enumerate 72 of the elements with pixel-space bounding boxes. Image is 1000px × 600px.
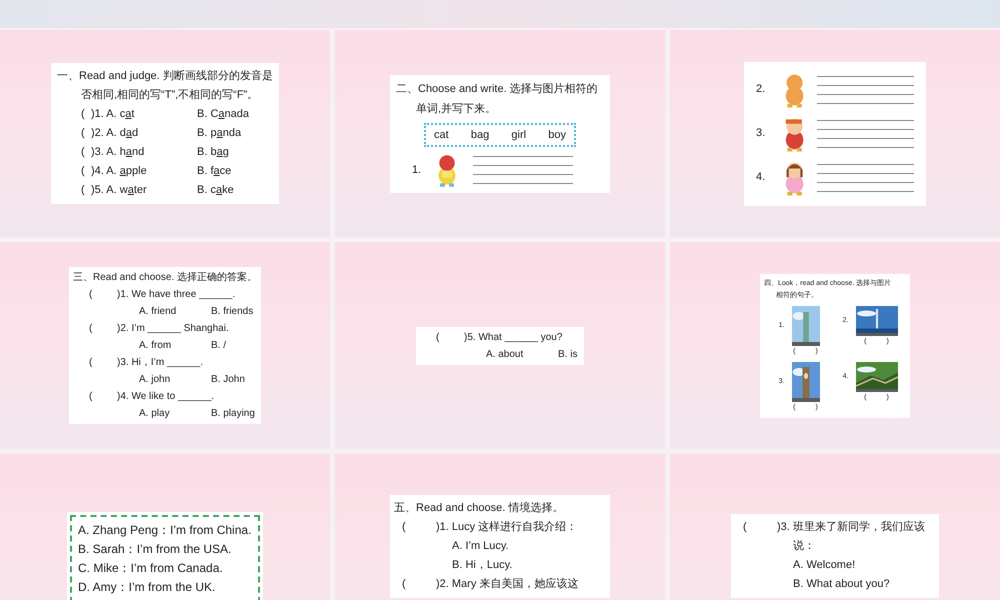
option-text: B. bag [197,145,229,160]
question-heading: 三、Read and choose. 选择正确的答案。 [73,270,257,285]
answer-paren: ( [80,126,86,141]
slide-thumbnail[interactable]: A. Zhang Peng：I’m from China. B. Sarah：I’m from the USA. C. Mike：I’m from Canada. D. Amy：I’m from the UK. [0,454,330,600]
slide-thumbnail[interactable]: 一、Read and judge. 判断画线部分的发音是 否相同,相同的写“T”,不相同的写“F”。 ( )1. A. cat B. Canada ( )2. A. dad B. panda ( )3. A. hand B. bag ( )4. A. apple B. face ( )5. A. water B. cake [0,30,330,237]
question-text: )2. A. dad [91,126,140,141]
question-text: )1. Lucy 这样进行自我介绍： [436,520,578,535]
option-text: B. Canada [197,107,250,122]
option-text: B. cake [197,183,234,198]
question-heading: 否相同,相同的写“T”,不相同的写“F”。 [80,88,260,103]
option-text: B. What about you? [792,577,891,592]
item-number: 2. [756,82,766,98]
item-number: 3. [756,126,766,142]
word-choice: cat [434,128,449,142]
question-text: )5. A. water [91,183,148,198]
word-choice: bag [470,128,490,142]
option-text: D. Amy：I’m from the UK. [78,579,216,596]
option-text: B. Sarah：I’m from the USA. [78,541,232,558]
question-heading: 五、Read and choose. 情境选择。 [394,500,564,516]
option-text: B. friends [211,305,254,319]
slide-thumbnail[interactable]: 五、Read and choose. 情境选择。 ( )1. Lucy 这样进行自我介绍： A. I’m Lucy. B. Hi，Lucy. ( )2. Mary 来自美国，她应该这 [335,454,665,600]
option-text: A. Zhang Peng：I’m from China. [78,522,252,539]
slide-thumbnail[interactable]: 二、Choose and write. 选择与图片相符的 单词,并写下来。 cat bag girl boy 1. [335,30,665,237]
question-text: )1. A. cat [91,107,136,122]
answer-paren: ( [88,356,94,370]
answer-paren: ( [80,107,86,122]
answer-paren: ( [401,520,407,535]
word-choice: boy [548,128,566,142]
slide-thumbnail[interactable]: ( )3. 班里来了新同学，我们应该 说： A. Welcome! B. What about you? [670,454,1000,600]
item-number: 4. [756,170,766,186]
question-text: )2. I’m ______ Shanghai. [117,322,229,336]
option-text: B. face [197,164,232,179]
question-text: )5. What ______ you? [464,330,562,344]
answer-paren: ( [80,164,86,179]
option-text: B. is [558,348,578,362]
slide-thumbnail[interactable]: 三、Read and choose. 选择正确的答案。 ( )1. We have three ______. A. friend B. friends ( )2. I’m ______ Shanghai. A. from B. / ( )3. Hi，I’m ______. A. john B. John ( )4. We like to ______. A. play B. playing [0,242,330,449]
answer-paren: ( [80,183,86,198]
answer-paren: ( [88,390,94,404]
answer-paren: ( [88,288,94,302]
option-text: B. panda [197,126,242,141]
question-text: )3. 班里来了新同学，我们应该 [777,520,925,535]
question-text: )4. We like to ______. [117,390,214,404]
answer-paren: ( [742,520,748,535]
answer-paren: ( [88,322,94,336]
option-text: B. playing [211,407,255,421]
answer-paren: ( [401,577,407,592]
question-text: )1. We have three ______. [117,288,236,302]
option-text: C. Mike：I’m from Canada. [78,560,224,577]
slide-thumbnail[interactable]: 2. 3. 4. [670,30,1000,237]
word-choice: girl [511,128,526,142]
option-text: B. Hi，Lucy. [451,558,514,573]
question-heading: 二、Choose and write. 选择与图片相符的 [396,82,599,96]
question-heading: 一、Read and judge. 判断画线部分的发音是 [57,68,273,84]
option-text: A. I’m Lucy. [451,539,510,554]
question-text: )3. Hi，I’m ______. [117,356,204,370]
question-text: )3. A. hand [91,145,146,160]
option-text: A. from [139,339,172,353]
option-text: A. Welcome! [792,558,856,573]
question-text: )2. Mary 来自美国，她应该这 [436,576,578,592]
option-text: B. John [211,373,245,387]
item-number: 1. [412,162,422,178]
option-text: A. john [139,373,172,387]
option-text: A. about [486,348,524,362]
slide-thumbnail[interactable]: ( )5. What ______ you? A. about B. is [335,242,665,449]
option-text: 说： [792,539,816,554]
question-heading: 单词,并写下来。 [415,102,498,116]
question-text: )4. A. apple [91,164,148,179]
option-text: B. / [211,339,226,353]
option-text: A. friend [139,305,178,319]
answer-paren: ( [80,145,86,160]
option-text: A. play [139,407,171,421]
answer-paren: ( [435,330,440,344]
